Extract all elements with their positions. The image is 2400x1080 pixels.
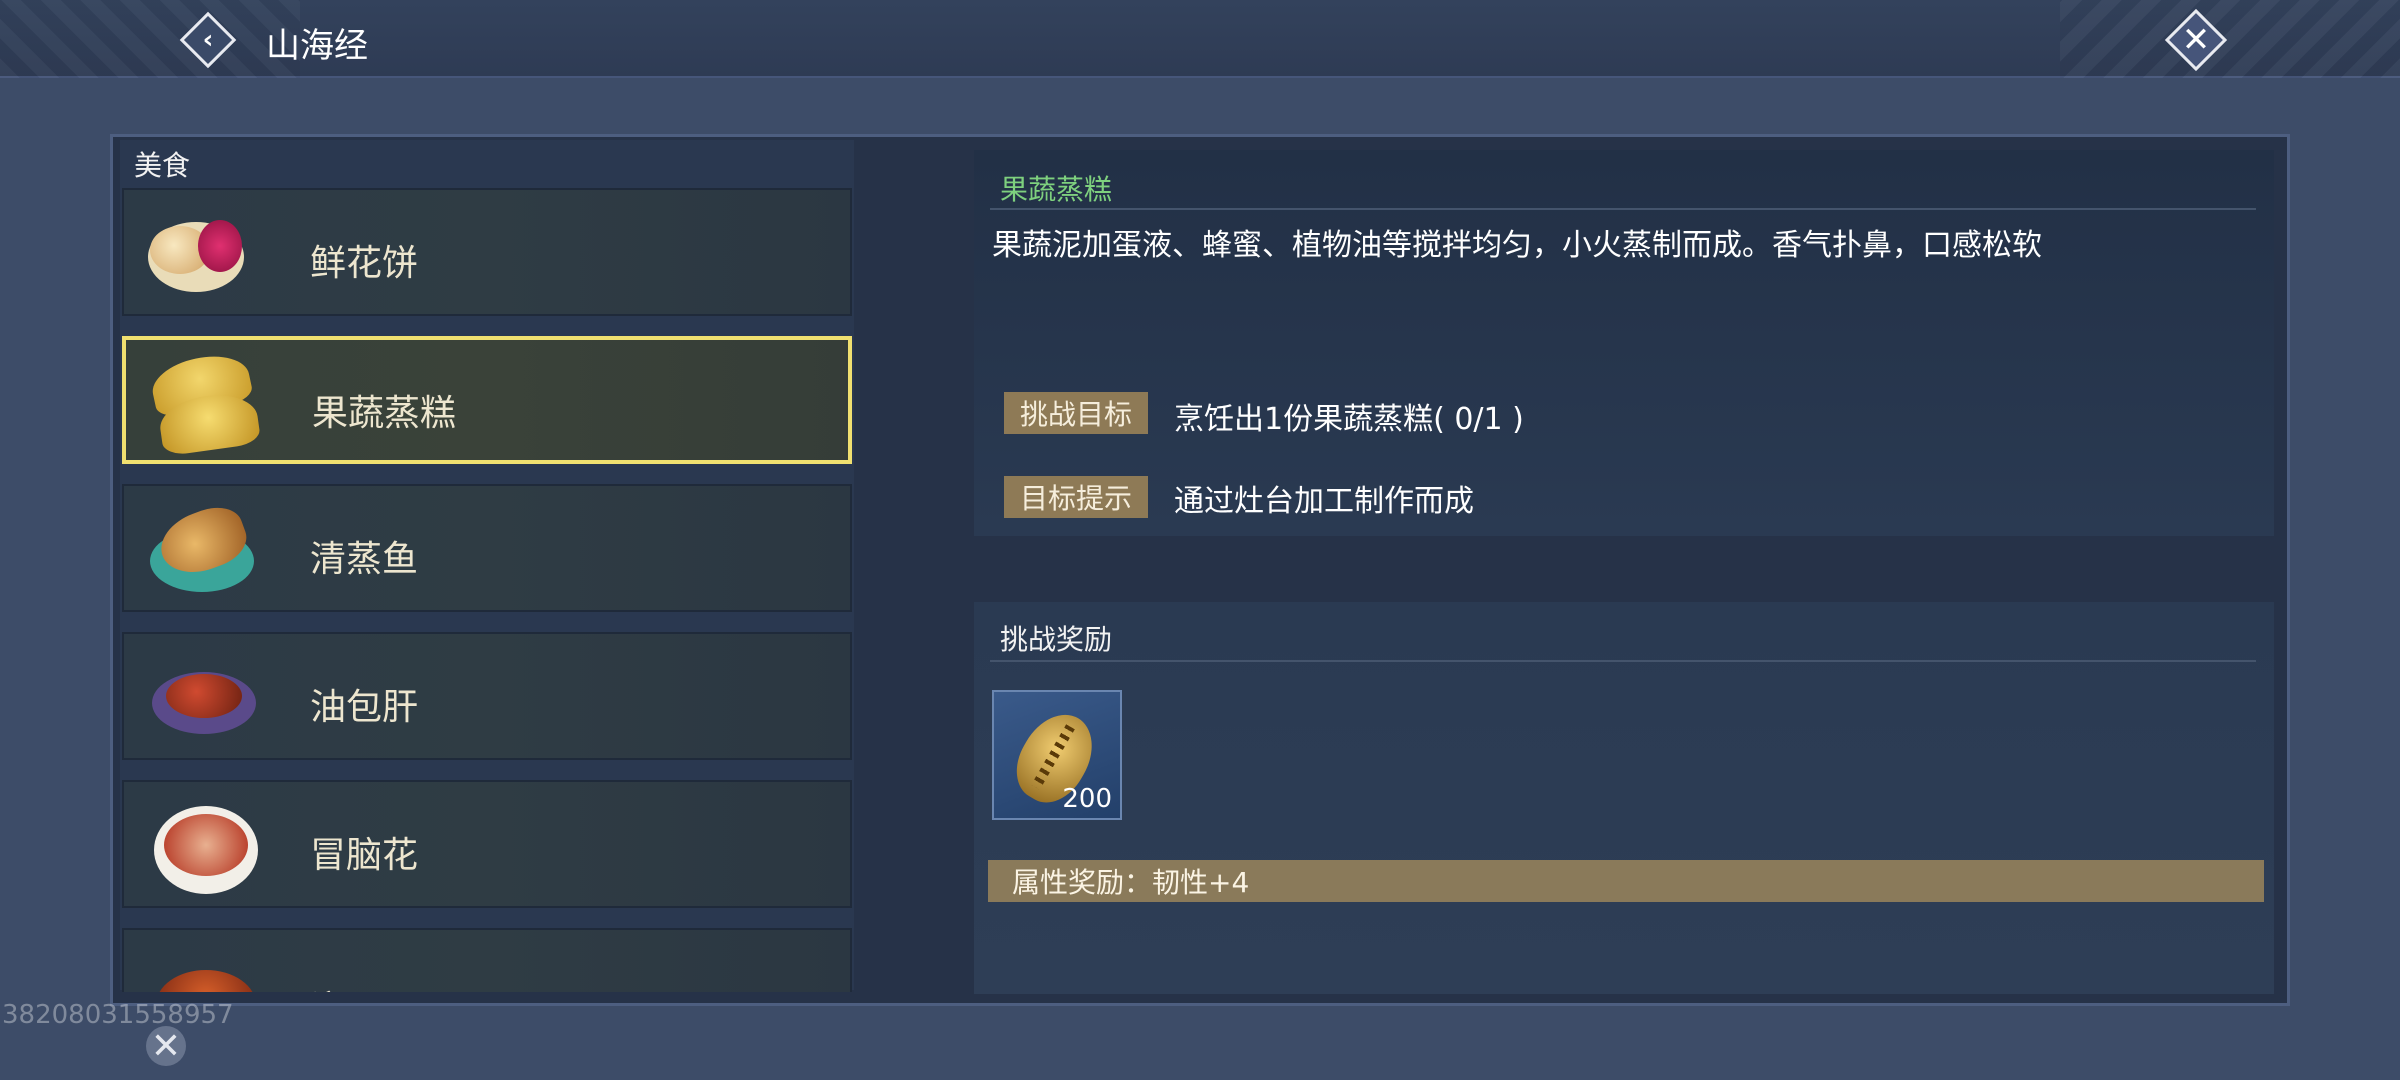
steamed-cake-icon [146,348,262,457]
close-button-circle [146,1026,186,1066]
list-item-label: 冒脑花 [310,835,419,876]
list-item-oil-liver[interactable]: 油包肝 [122,632,852,760]
list-item-steamed-fish[interactable]: 清蒸鱼 [122,484,852,612]
header-pattern-left [0,0,300,78]
challenge-goal-value: 烹饪出1份果蔬蒸糕( 0/1 ) [1174,402,1524,437]
food-list[interactable]: 鲜花饼 果蔬蒸糕 清蒸鱼 油包肝 冒脑花 溜肥肠 [120,188,854,992]
header-pattern-right [2060,0,2400,78]
reward-item-quantity: 200 [1062,784,1112,814]
back-button[interactable]: ‹ [178,10,238,70]
close-icon: ✕ [2181,20,2211,60]
oil-liver-icon [144,648,260,744]
page-title: 山海经 [266,26,368,66]
divider [990,660,2256,662]
list-item-flower-cake[interactable]: 鲜花饼 [122,188,852,316]
chevron-left-icon: ‹ [202,25,214,55]
attribute-reward-text: 属性奖励：韧性+4 [1012,866,1250,899]
challenge-goal-tag: 挑战目标 [1004,392,1148,434]
goal-hint-value: 通过灶台加工制作而成 [1174,484,1474,519]
reward-item-slot[interactable]: 200 [992,690,1122,820]
reward-title: 挑战奖励 [1000,623,1113,656]
detail-title: 果蔬蒸糕 [1000,173,1113,206]
stir-fried-intestine-icon [144,944,260,992]
list-item-label: 油包肝 [310,687,419,728]
list-item-brain-soup[interactable]: 冒脑花 [122,780,852,908]
attribute-reward-bar: 属性奖励：韧性+4 [988,860,2264,902]
category-label: 美食 [134,149,191,182]
flower-cake-icon [144,204,260,300]
list-item-label: 溜肥肠 [310,980,418,992]
list-item-intestine[interactable]: 溜肥肠 [122,928,852,992]
goal-hint-tag: 目标提示 [1004,476,1148,518]
brain-soup-icon [144,796,260,894]
detail-description: 果蔬泥加蛋液、蜂蜜、植物油等搅拌均匀，小火蒸制而成。香气扑鼻，口感松软 [992,228,2042,263]
list-item-label: 清蒸鱼 [310,539,419,580]
steamed-fish-icon [144,499,260,596]
floating-close-button[interactable]: ✕ [144,1024,188,1068]
close-button[interactable]: ✕ [2164,8,2228,72]
player-uid: 38208031558957 [2,1000,234,1030]
divider [990,208,2256,210]
list-item-steamed-cake[interactable]: 果蔬蒸糕 [122,336,852,464]
list-item-label: 鲜花饼 [310,243,419,284]
list-item-label: 果蔬蒸糕 [312,393,457,434]
